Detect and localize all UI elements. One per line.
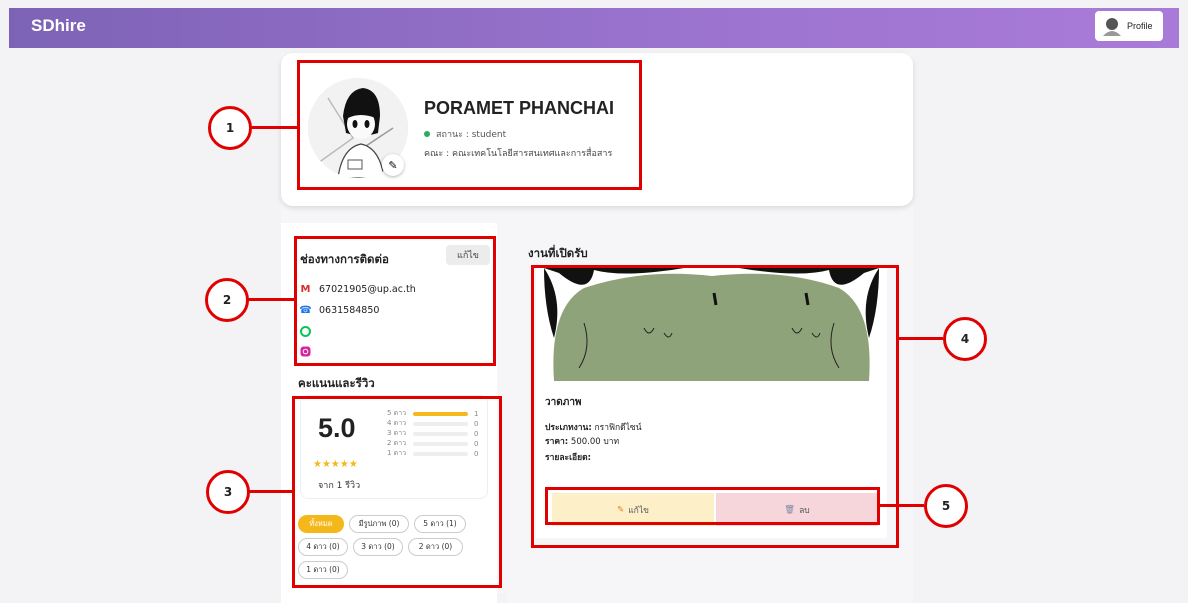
annotation-box-1 [297, 60, 642, 190]
brand-logo[interactable]: SDhire [31, 16, 86, 36]
annotation-leader-5 [878, 504, 924, 507]
annotation-leader-3 [248, 490, 293, 493]
top-navbar: SDhire Profile [9, 8, 1179, 48]
annotation-leader-1 [250, 126, 298, 129]
annotation-number-2: 2 [205, 278, 249, 322]
annotation-box-2 [294, 236, 496, 366]
annotation-number-4: 4 [943, 317, 987, 361]
annotation-number-5: 5 [924, 484, 968, 528]
annotation-box-5 [545, 487, 880, 525]
annotation-leader-4 [897, 337, 943, 340]
annotation-number-3: 3 [206, 470, 250, 514]
annotation-number-1: 1 [208, 106, 252, 150]
profile-avatar-icon [1103, 18, 1121, 36]
profile-label: Profile [1127, 21, 1153, 31]
jobs-section-title: งานที่เปิดรับ [528, 246, 588, 260]
reviews-section-title: คะแนนและรีวิว [298, 376, 375, 390]
annotation-leader-2 [247, 298, 295, 301]
profile-button[interactable]: Profile [1095, 11, 1163, 41]
annotation-box-3 [292, 396, 502, 588]
